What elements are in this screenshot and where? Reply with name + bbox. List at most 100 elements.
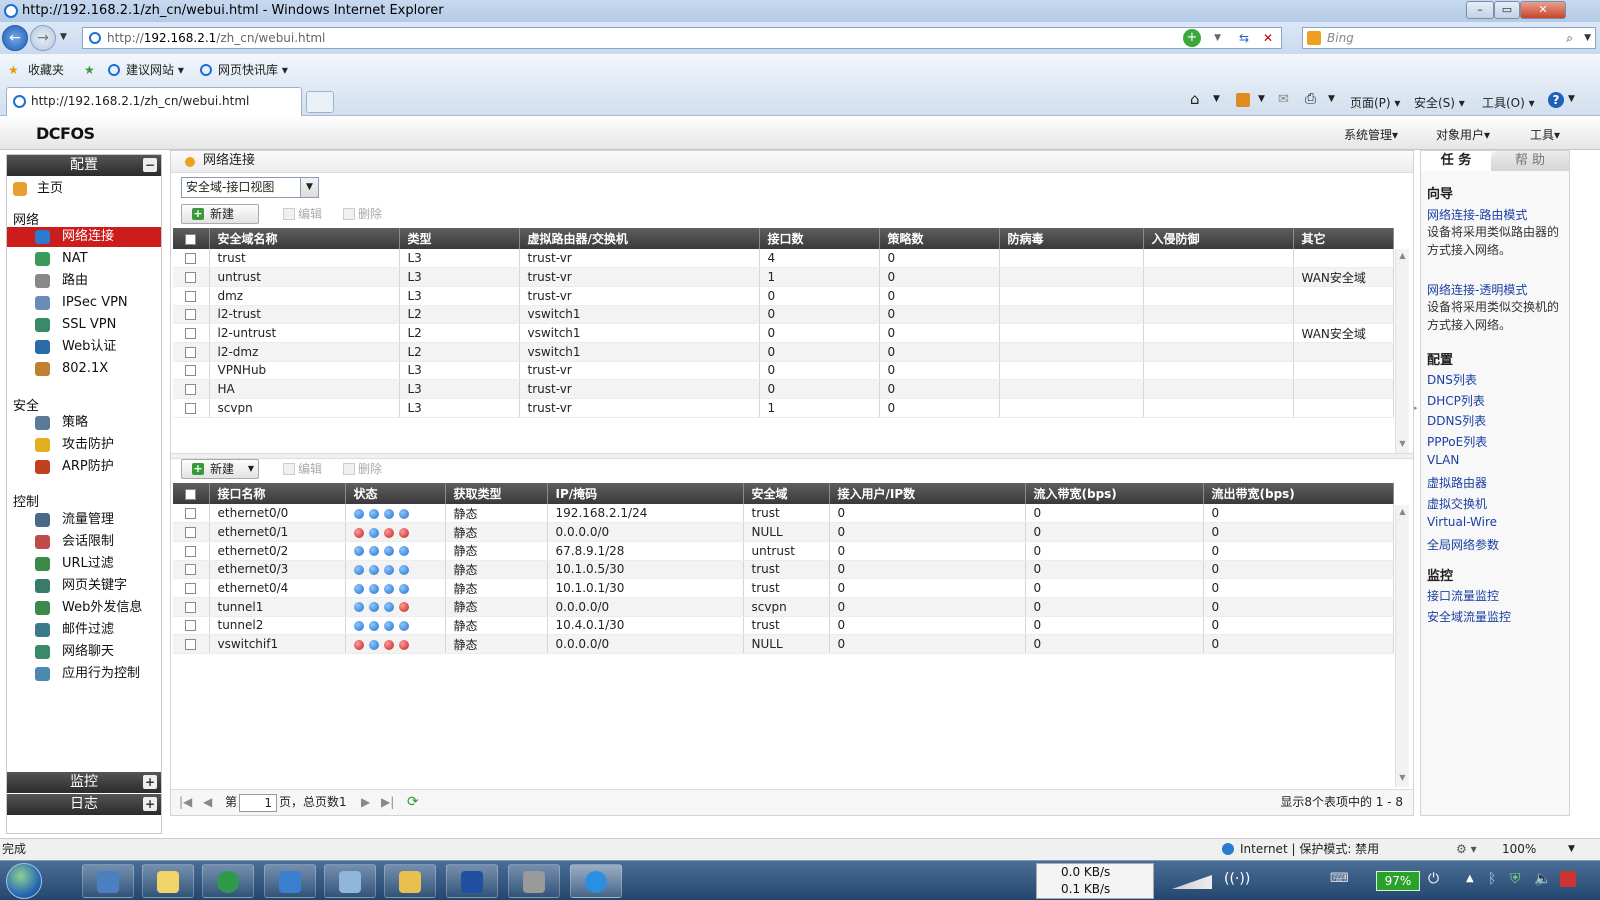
start-button[interactable] bbox=[6, 863, 42, 899]
checkbox[interactable] bbox=[185, 233, 197, 245]
column-header[interactable]: IP/掩码 bbox=[547, 483, 744, 504]
table-row[interactable]: dmz L3 trust-vr 0 0 bbox=[173, 286, 1394, 306]
table-row[interactable]: ethernet0/0 静态 192.168.2.1/24 trust 0 0 0 bbox=[173, 504, 1394, 524]
checkbox[interactable] bbox=[185, 384, 197, 396]
tab-help[interactable]: 帮 助 bbox=[1491, 151, 1569, 171]
column-header[interactable]: 安全域 bbox=[743, 483, 830, 504]
config-link[interactable]: PPPoE列表 bbox=[1427, 433, 1487, 450]
wizard-transparent-mode-link[interactable]: 网络连接-透明模式 bbox=[1427, 281, 1527, 298]
signal-strength-icon[interactable] bbox=[1172, 875, 1212, 889]
prev-page-icon[interactable]: ◀ bbox=[203, 790, 212, 814]
search-icon[interactable]: ⌕ bbox=[1566, 28, 1573, 48]
new-zone-button[interactable]: + 新建 bbox=[181, 204, 259, 224]
row-checkbox[interactable] bbox=[173, 597, 210, 617]
taskbar-control-panel-icon[interactable] bbox=[508, 864, 560, 898]
sidebar-item-ssl-vpn[interactable]: SSL VPN bbox=[7, 315, 161, 335]
row-checkbox[interactable] bbox=[173, 504, 210, 524]
address-field[interactable]: http://192.168.2.1/zh_cn/webui.html + ▼ … bbox=[82, 27, 1282, 49]
wizard-route-mode-link[interactable]: 网络连接-路由模式 bbox=[1427, 206, 1527, 223]
security-zone-text[interactable]: Internet | 保护模式: 禁用 bbox=[1240, 839, 1379, 859]
sidebar-item-web-posting[interactable]: Web外发信息 bbox=[7, 598, 161, 618]
scroll-up-icon[interactable]: ▲ bbox=[1396, 251, 1409, 263]
bluetooth-icon[interactable]: ᛒ bbox=[1488, 871, 1496, 887]
checkbox[interactable] bbox=[185, 328, 197, 340]
row-checkbox[interactable] bbox=[173, 522, 210, 542]
sidebar-item-session-limit[interactable]: 会话限制 bbox=[7, 532, 161, 552]
config-link[interactable]: VLAN bbox=[1427, 453, 1459, 467]
log-panel-header[interactable]: 日志 + bbox=[7, 794, 161, 815]
page-menu[interactable]: 页面(P) ▾ bbox=[1350, 94, 1400, 111]
interfaces-scrollbar[interactable]: ▲ ▼ bbox=[1395, 505, 1409, 787]
monitor-panel-header[interactable]: 监控 + bbox=[7, 772, 161, 793]
sidebar-item-attack-defense[interactable]: 攻击防护 bbox=[7, 435, 161, 455]
checkbox[interactable] bbox=[185, 272, 197, 284]
checkbox[interactable] bbox=[185, 527, 197, 539]
config-panel-header[interactable]: 配置 − bbox=[7, 155, 161, 176]
search-dropdown-icon[interactable]: ▼ bbox=[1584, 28, 1591, 48]
taskbar-media-player-icon[interactable] bbox=[202, 864, 254, 898]
edit-interface-button[interactable]: 编辑 bbox=[283, 460, 322, 478]
refresh-icon[interactable]: ⇆ bbox=[1239, 28, 1249, 48]
sidebar-item-nat[interactable]: NAT bbox=[7, 249, 161, 269]
action-center-icon[interactable] bbox=[1560, 871, 1576, 887]
tools-menu[interactable]: 工具(O) ▾ bbox=[1482, 94, 1535, 111]
next-page-icon[interactable]: ▶ bbox=[361, 790, 370, 814]
checkbox[interactable] bbox=[185, 253, 197, 265]
select-all-checkbox[interactable] bbox=[173, 228, 210, 249]
checkbox[interactable] bbox=[185, 601, 197, 613]
sidebar-item-network-connection[interactable]: 网络连接 bbox=[7, 227, 161, 247]
feeds-dropdown-icon[interactable]: ▼ bbox=[1258, 94, 1265, 104]
taskbar-outlook-icon[interactable] bbox=[264, 864, 316, 898]
delete-zone-button[interactable]: 删除 bbox=[343, 205, 382, 223]
table-row[interactable]: tunnel1 静态 0.0.0.0/0 scvpn 0 0 0 bbox=[173, 597, 1394, 617]
wireless-icon[interactable]: ((·)) bbox=[1224, 871, 1250, 887]
print-dropdown-icon[interactable]: ▼ bbox=[1328, 94, 1335, 104]
show-hidden-icons-icon[interactable]: ▲ bbox=[1466, 873, 1474, 884]
scroll-down-icon[interactable]: ▼ bbox=[1396, 439, 1409, 451]
table-row[interactable]: ethernet0/3 静态 10.1.0.5/30 trust 0 0 0 bbox=[173, 560, 1394, 580]
column-header[interactable]: 接口名称 bbox=[209, 483, 346, 504]
web-slice-gallery-link[interactable]: 网页快讯库 ▾ bbox=[218, 62, 288, 78]
config-link[interactable]: 虚拟路由器 bbox=[1427, 474, 1487, 491]
column-header[interactable]: 流出带宽(bps) bbox=[1203, 483, 1394, 504]
row-checkbox[interactable] bbox=[173, 634, 210, 654]
tab-task[interactable]: 任 务 bbox=[1421, 151, 1491, 171]
read-mail-icon[interactable]: ✉ bbox=[1278, 92, 1289, 107]
home-icon[interactable]: ⌂ bbox=[1190, 90, 1200, 108]
row-checkbox[interactable] bbox=[173, 361, 210, 381]
checkbox[interactable] bbox=[185, 508, 197, 520]
zoom-level[interactable]: 100% bbox=[1502, 839, 1536, 859]
row-checkbox[interactable] bbox=[173, 398, 210, 418]
safety-menu[interactable]: 安全(S) ▾ bbox=[1414, 94, 1465, 111]
interface-traffic-monitor-link[interactable]: 接口流量监控 bbox=[1427, 587, 1499, 604]
sidebar-item-app-behavior[interactable]: 应用行为控制 bbox=[7, 664, 161, 684]
forward-button[interactable]: → bbox=[30, 25, 56, 51]
taskbar-ie-icon[interactable] bbox=[570, 864, 622, 898]
system-management-menu[interactable]: 系统管理▾ bbox=[1344, 126, 1398, 143]
sidebar-item-policy[interactable]: 策略 bbox=[7, 413, 161, 433]
app-tools-menu[interactable]: 工具▾ bbox=[1530, 126, 1560, 143]
row-checkbox[interactable] bbox=[173, 323, 210, 343]
table-row[interactable]: trust L3 trust-vr 4 0 bbox=[173, 249, 1394, 269]
column-header[interactable]: 类型 bbox=[399, 228, 520, 249]
sidebar-item-arp-defense[interactable]: ARP防护 bbox=[7, 457, 161, 477]
config-link[interactable]: DNS列表 bbox=[1427, 371, 1477, 388]
scroll-down-icon[interactable]: ▼ bbox=[1396, 773, 1409, 785]
config-link[interactable]: 虚拟交换机 bbox=[1427, 495, 1487, 512]
column-header[interactable]: 安全域名称 bbox=[209, 228, 400, 249]
expand-icon[interactable]: + bbox=[143, 775, 157, 789]
checkbox[interactable] bbox=[185, 290, 197, 302]
add-favorite-icon[interactable]: ★ bbox=[84, 62, 95, 78]
maximize-button[interactable]: ▭ bbox=[1494, 1, 1520, 19]
column-header[interactable]: 其它 bbox=[1293, 228, 1394, 249]
address-dropdown-icon[interactable]: ▼ bbox=[1214, 28, 1221, 48]
row-checkbox[interactable] bbox=[173, 541, 210, 561]
sidebar-item-home[interactable]: 主页 bbox=[7, 179, 161, 199]
column-header[interactable]: 虚拟路由器/交换机 bbox=[519, 228, 760, 249]
suggested-sites-link[interactable]: 建议网站 ▾ bbox=[126, 62, 184, 78]
sidebar-item-dot1x[interactable]: 802.1X bbox=[7, 359, 161, 379]
column-header[interactable]: 流入带宽(bps) bbox=[1025, 483, 1204, 504]
minimize-button[interactable]: – bbox=[1466, 1, 1494, 19]
table-row[interactable]: scvpn L3 trust-vr 1 0 bbox=[173, 398, 1394, 418]
object-users-menu[interactable]: 对象用户▾ bbox=[1436, 126, 1490, 143]
